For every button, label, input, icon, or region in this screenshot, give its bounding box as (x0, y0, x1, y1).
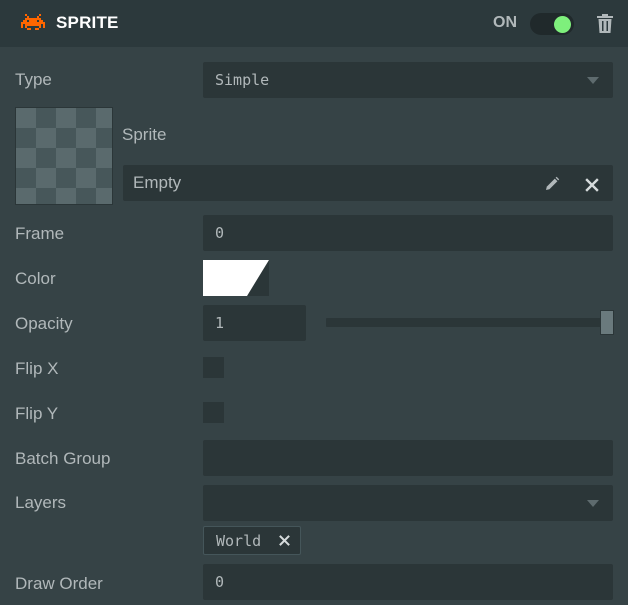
layers-label: Layers (15, 493, 67, 512)
color-label: Color (15, 269, 56, 288)
opacity-label: Opacity (15, 314, 73, 333)
type-value: Simple (215, 71, 270, 89)
sprite-asset-field[interactable]: Empty (123, 165, 613, 201)
sprite-thumbnail[interactable] (15, 107, 113, 205)
component-title: SPRITE (56, 13, 119, 32)
alpha-corner (247, 260, 269, 296)
close-icon[interactable] (279, 535, 290, 546)
opacity-slider[interactable] (326, 318, 608, 327)
opacity-value: 1 (215, 314, 225, 332)
layers-select[interactable] (203, 485, 613, 521)
enabled-toggle[interactable] (530, 13, 574, 35)
space-invader-icon (21, 14, 45, 30)
frame-value: 0 (215, 224, 225, 242)
flip-x-label: Flip X (15, 359, 59, 378)
layer-tag-world: World (203, 526, 301, 555)
component-header: SPRITE ON (0, 0, 628, 47)
flip-y-label: Flip Y (15, 404, 59, 423)
frame-label: Frame (15, 224, 65, 243)
type-select[interactable]: Simple (203, 62, 613, 98)
batch-group-label: Batch Group (15, 449, 111, 468)
flip-y-checkbox[interactable] (203, 402, 224, 423)
opacity-input[interactable]: 1 (203, 305, 306, 341)
close-icon[interactable] (585, 178, 599, 192)
batch-group-select[interactable] (203, 440, 613, 476)
frame-input[interactable]: 0 (203, 215, 613, 251)
flip-x-checkbox[interactable] (203, 357, 224, 378)
draw-order-label: Draw Order (15, 574, 103, 593)
opacity-slider-handle[interactable] (600, 310, 614, 335)
color-picker-swatch[interactable] (203, 260, 269, 296)
chevron-down-icon (587, 77, 599, 84)
layer-tag-label: World (216, 531, 262, 550)
chevron-down-icon (587, 500, 599, 507)
toggle-knob[interactable] (554, 16, 571, 33)
sprite-value: Empty (133, 173, 182, 192)
enabled-label: ON (493, 14, 517, 31)
trash-icon[interactable] (597, 14, 613, 33)
pencil-icon[interactable] (544, 176, 560, 192)
draw-order-input[interactable]: 0 (203, 564, 613, 600)
type-label: Type (15, 70, 52, 89)
draw-order-value: 0 (215, 573, 225, 591)
sprite-label: Sprite (122, 125, 167, 144)
